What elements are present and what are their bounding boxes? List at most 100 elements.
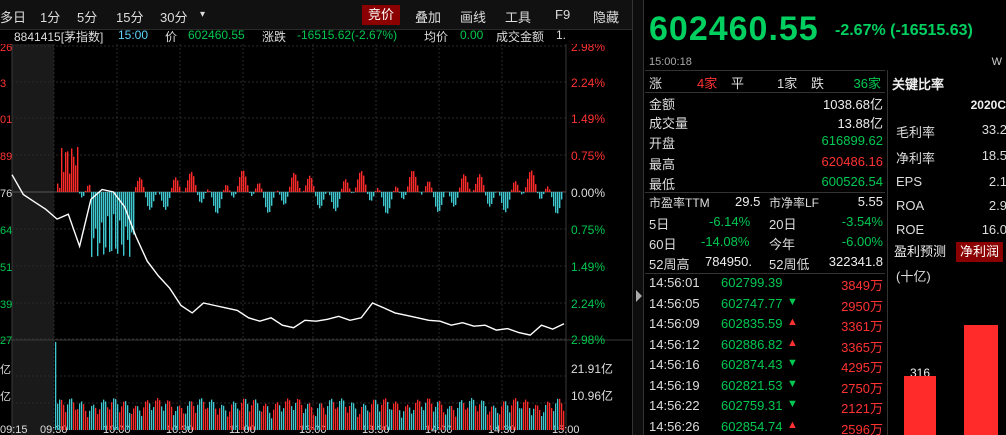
change-label: 涨跌 [262,30,287,44]
quote-w: W [991,56,1002,68]
tab-15min[interactable]: 15分 [116,7,143,26]
index-code: 8841415[茅指数] [14,30,104,44]
volume-bar [295,402,297,430]
f9-button[interactable]: F9 [555,7,570,22]
volume-bar [207,407,209,430]
breadth-bar [441,192,443,205]
breadth-bar [259,183,261,192]
volume-bar [83,404,85,430]
breadth-bar [383,192,385,207]
tab-1min[interactable]: 1分 [40,7,60,26]
volume-bar [459,401,461,430]
volume-bar [97,414,99,430]
breadth-bar [475,183,477,192]
breadth-bar [261,188,263,192]
breadth-bar [245,176,247,192]
tab-net-profit[interactable]: 净利润 [956,242,1004,262]
breadth-bar [375,190,377,192]
breadth-bar [129,192,131,257]
chart-canvas[interactable]: 2.98% 2.24% 1.49% 0.75% 0.00% 0.75% 1.49% 2.24%… [0,40,632,435]
tools-button[interactable]: 工具 [505,7,531,26]
breadth-bar [561,192,563,200]
draw-line-button[interactable]: 画线 [460,7,486,26]
volume-bar [253,400,255,430]
breadth-bar [61,148,63,192]
volume-bar [69,399,71,430]
volume-bar [403,411,405,430]
tab-earnings-forecast[interactable]: 盈利预测 [890,242,950,262]
volume-bar [99,409,101,430]
volume-bar [551,408,553,430]
tab-multiday[interactable]: 多日 [0,7,26,26]
volume-bar [303,413,305,430]
hide-button[interactable]: 隐藏 [593,7,619,26]
breadth-bar [455,192,457,205]
volume-bar [115,399,117,430]
breadth-bar [543,192,545,195]
breadth-bar [305,185,307,192]
arrow-up-icon: ▲ [787,316,798,328]
volume-bar [101,402,103,430]
volume-bar [213,402,215,430]
breadth-bar [273,192,275,198]
breadth-bar [309,175,311,192]
volume-bar [315,416,317,430]
overlay-button[interactable]: 叠加 [415,7,441,26]
tick-row: 14:56:19 602821.53 ▼ 2750万 [645,378,885,398]
breadth-bar [291,177,293,192]
volume-bar [271,418,273,430]
breadth-bar [187,180,189,192]
volume-bar [55,342,57,430]
tick-row: 14:56:22 602759.31 ▼ 2121万 [645,398,885,418]
down-label: 跌 [811,76,825,91]
volume-bar [421,406,423,430]
breadth-bar [457,192,459,198]
breadth-bar [211,192,213,198]
breadth-bar [433,192,435,198]
volume-bar [187,405,189,430]
volume-bar [107,407,109,430]
breadth-bar [377,188,379,192]
period-dropdown-icon[interactable]: ▾ [200,9,205,20]
volume-bar [433,411,435,430]
breadth-bar [75,165,77,192]
breadth-bar [411,171,413,192]
breadth-bar [91,192,93,257]
breadth-bar [223,190,225,192]
breadth-bar [293,173,295,192]
breadth-bar [373,192,375,197]
volume-bar [351,402,353,430]
breadth-bar [435,192,437,207]
breadth-bar [267,192,269,213]
breadth-bar [425,186,427,192]
tick-price: 602799.39 [721,275,783,290]
volume-bar [455,416,457,430]
breadth-bar [215,192,217,213]
info-avg: 0.00 [460,28,484,42]
tab-30min[interactable]: 30分 [160,7,187,26]
breadth-bar [255,188,257,192]
tab-5min[interactable]: 5分 [77,7,97,26]
volume-bar [263,405,265,430]
forecast-bar-1 [904,375,936,435]
breadth-bar [197,192,199,196]
volume-bar [255,399,257,430]
volume-bar [133,408,135,430]
intraday-chart[interactable]: 2.98% 2.24% 1.49% 0.75% 0.00% 0.75% 1.49% 2.24%… [0,40,632,435]
collapse-arrow-icon[interactable] [636,290,642,302]
volume-bar [529,407,531,430]
volume-bar [233,401,235,430]
tab-auction[interactable]: 竞价 [362,5,401,25]
breadth-bar [331,192,333,202]
volume-bar [129,412,131,430]
volume-bar [147,400,149,430]
volume-bar [159,400,161,430]
volume-bar [429,398,431,430]
info-price: 602460.55 [188,28,245,42]
flat-count: 1家 [777,76,798,91]
breadth-bar [207,189,209,192]
tick-volume: 2121万 [841,401,883,416]
breadth-bar [511,189,513,192]
metric-row-pe: 市盈率TTM 29.5 市净率LF 5.55 [649,194,883,210]
panel-divider[interactable] [632,0,644,435]
